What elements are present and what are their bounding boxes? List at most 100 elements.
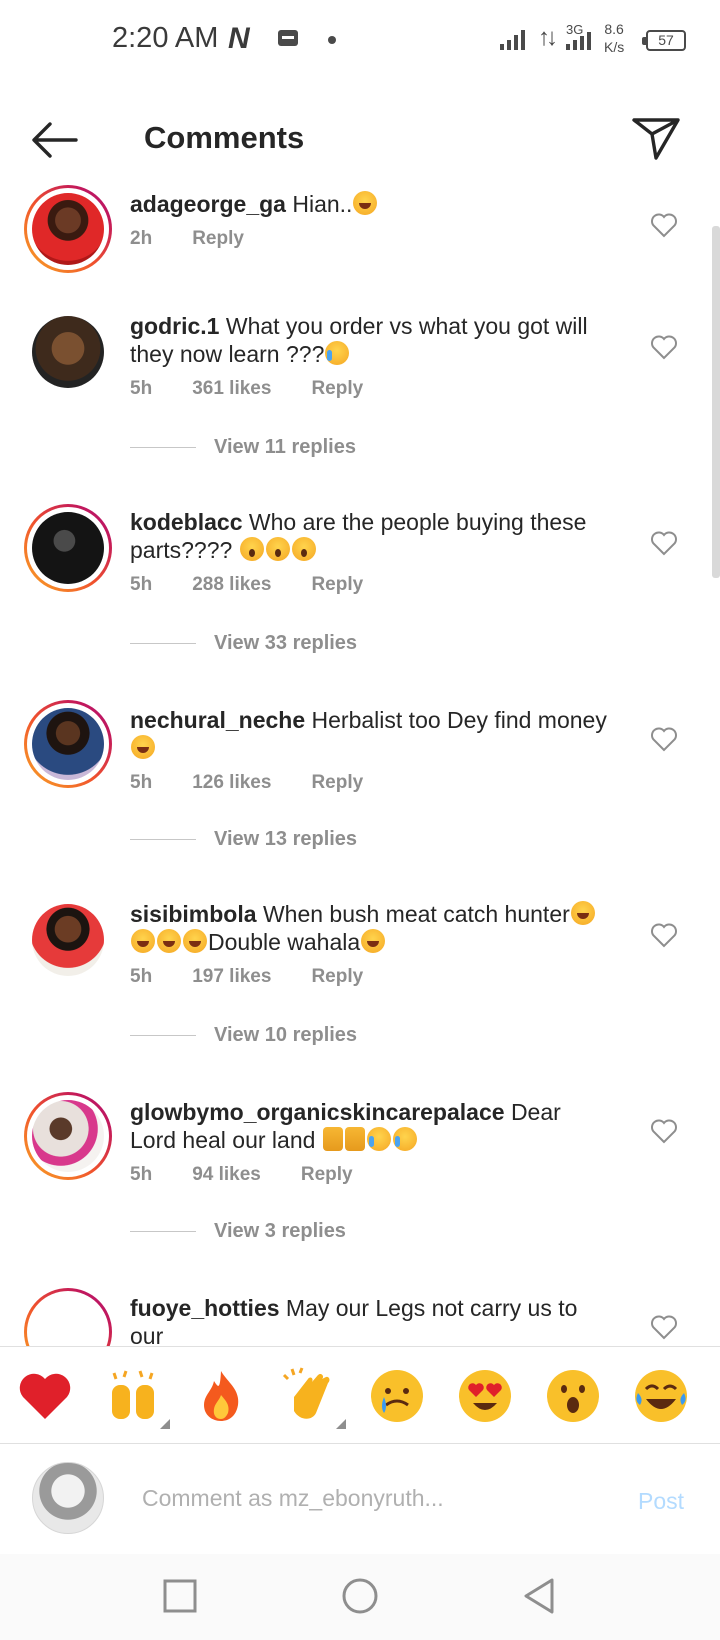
data-arrows-icon: ↑↓ — [538, 24, 558, 51]
praying-hands-emoji-icon — [344, 1127, 365, 1151]
heart-eyes-emoji-icon[interactable] — [456, 1367, 514, 1425]
comment-username[interactable]: sisibimbola — [130, 901, 257, 927]
wow-emoji-icon — [291, 537, 316, 561]
signal-icon — [500, 28, 525, 50]
crying-emoji-icon — [392, 1127, 417, 1151]
comment-time: 2h — [130, 228, 153, 249]
signal-2-icon — [566, 28, 591, 50]
message-icon — [278, 30, 298, 46]
red-heart-emoji-icon[interactable] — [16, 1367, 74, 1425]
comment-username[interactable]: godric.1 — [130, 313, 219, 339]
laugh-emoji-icon — [353, 191, 378, 215]
clapping-hands-emoji-icon[interactable] — [280, 1367, 346, 1429]
notification-dot-icon — [328, 36, 336, 44]
system-nav-bar — [0, 1554, 720, 1640]
tears-of-joy-emoji-icon[interactable] — [632, 1367, 690, 1425]
comment-likes[interactable]: 197 likes — [192, 966, 271, 988]
comment-username[interactable]: glowbymo_organicskincarepalace — [130, 1099, 505, 1125]
comment-text: adageorge_ga Hian.. — [130, 190, 610, 218]
arrow-left-icon[interactable] — [30, 118, 80, 162]
divider — [130, 447, 196, 448]
view-replies-button[interactable]: View 3 replies — [130, 1220, 346, 1243]
comment-username[interactable]: nechural_neche — [130, 707, 305, 733]
fire-emoji-icon[interactable] — [192, 1367, 250, 1425]
recents-square-icon[interactable] — [158, 1574, 202, 1618]
view-replies-button[interactable]: View 13 replies — [130, 828, 357, 851]
avatar[interactable] — [24, 185, 112, 273]
comment-meta: 2h Reply — [130, 228, 610, 250]
divider — [130, 839, 196, 840]
quick-reaction-bar — [0, 1346, 720, 1444]
avatar — [32, 1462, 104, 1534]
avatar[interactable] — [24, 504, 112, 592]
heart-icon[interactable] — [650, 530, 678, 556]
laugh-emoji-icon — [157, 929, 181, 953]
avatar[interactable] — [24, 308, 112, 396]
comment-meta: 5h 126 likes Reply — [130, 772, 610, 794]
reply-button[interactable]: Reply — [192, 228, 244, 250]
heart-icon[interactable] — [650, 1118, 678, 1144]
comment-likes[interactable]: 361 likes — [192, 378, 271, 400]
raising-hands-emoji-icon[interactable] — [104, 1367, 170, 1429]
comment-username[interactable]: adageorge_ga — [130, 191, 286, 217]
reply-button[interactable]: Reply — [301, 1164, 353, 1186]
heart-icon[interactable] — [650, 212, 678, 238]
divider — [130, 1035, 196, 1036]
comment-time: 5h — [130, 1164, 153, 1185]
reply-button[interactable]: Reply — [311, 772, 363, 794]
crying-face-emoji-icon[interactable] — [368, 1367, 426, 1425]
home-circle-icon[interactable] — [338, 1574, 382, 1618]
comment-time: 5h — [130, 772, 153, 793]
praying-hands-emoji-icon — [322, 1127, 343, 1151]
comments-list[interactable]: adageorge_ga Hian.. 2h Reply godric.1 Wh… — [0, 184, 720, 1346]
view-replies-button[interactable]: View 10 replies — [130, 1024, 357, 1047]
comment-text: godric.1 What you order vs what you got … — [130, 313, 588, 367]
comment-text: fuoye_hotties May our Legs not carry us … — [130, 1295, 578, 1346]
astonished-face-emoji-icon[interactable] — [544, 1367, 602, 1425]
heart-icon[interactable] — [650, 922, 678, 948]
header: Comments — [0, 100, 720, 180]
network-speed: 8.6 K/s — [604, 21, 625, 55]
avatar[interactable] — [24, 1288, 112, 1346]
paper-plane-icon[interactable] — [630, 110, 682, 162]
comment-username[interactable]: fuoye_hotties — [130, 1295, 280, 1321]
comment-likes[interactable]: 126 likes — [192, 772, 271, 794]
view-replies-button[interactable]: View 11 replies — [130, 436, 356, 459]
comment-time: 5h — [130, 574, 153, 595]
reply-button[interactable]: Reply — [311, 966, 363, 988]
comment-time: 5h — [130, 966, 153, 987]
view-replies-button[interactable]: View 33 replies — [130, 632, 357, 655]
scrollbar[interactable] — [712, 226, 720, 578]
avatar[interactable] — [24, 1092, 112, 1180]
crying-emoji-icon — [325, 341, 350, 365]
comment-text: glowbymo_organicskincarepalace Dear Lord… — [130, 1099, 561, 1153]
wow-emoji-icon — [239, 537, 264, 561]
battery-icon: 57 — [642, 30, 686, 51]
comment-composer: Post — [0, 1444, 720, 1554]
post-button[interactable]: Post — [638, 1488, 684, 1515]
comment-text: nechural_neche Herbalist too Dey find mo… — [130, 706, 610, 762]
reply-button[interactable]: Reply — [311, 574, 363, 596]
status-time: 2:20 AM — [112, 22, 219, 54]
comment-likes[interactable]: 288 likes — [192, 574, 271, 596]
heart-icon[interactable] — [650, 334, 678, 360]
divider — [130, 1231, 196, 1232]
comment-input[interactable] — [142, 1476, 582, 1520]
wow-emoji-icon — [265, 537, 290, 561]
heart-icon[interactable] — [650, 1314, 678, 1340]
avatar[interactable] — [24, 700, 112, 788]
comment-username[interactable]: kodeblacc — [130, 509, 243, 535]
divider — [130, 643, 196, 644]
page-title: Comments — [144, 120, 305, 155]
back-triangle-icon[interactable] — [518, 1574, 562, 1618]
laugh-emoji-icon — [131, 929, 155, 953]
heart-icon[interactable] — [650, 726, 678, 752]
comment-meta: 5h 288 likes Reply — [130, 574, 610, 596]
comment-time: 5h — [130, 378, 153, 399]
crying-emoji-icon — [366, 1127, 391, 1151]
status-bar: 2:20 AM N ↑↓ 3G 8.6 K/s 57 — [0, 0, 720, 84]
comment-likes[interactable]: 94 likes — [192, 1164, 261, 1186]
laugh-emoji-icon — [131, 735, 155, 759]
avatar[interactable] — [24, 896, 112, 984]
reply-button[interactable]: Reply — [311, 378, 363, 400]
